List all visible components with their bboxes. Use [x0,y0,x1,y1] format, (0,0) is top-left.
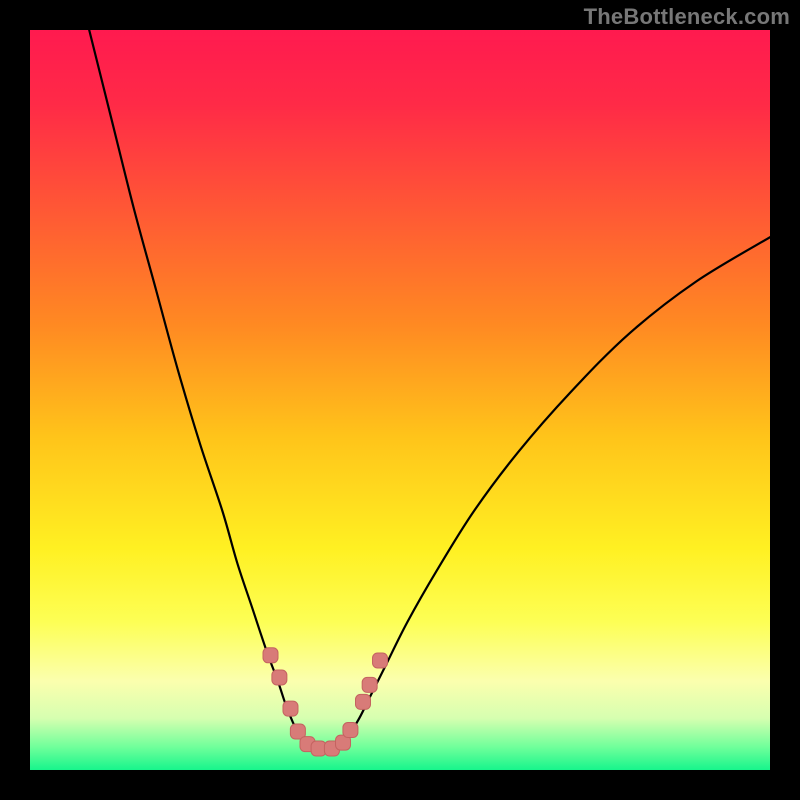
curve-marker [283,701,298,716]
plot-area [30,30,770,770]
chart-frame: TheBottleneck.com [0,0,800,800]
curve-marker [356,694,371,709]
curve-marker [362,677,377,692]
curve-marker [373,653,388,668]
curve-marker [311,741,326,756]
bottleneck-curve [30,30,770,770]
curve-marker [263,648,278,663]
watermark-text: TheBottleneck.com [584,4,790,30]
curve-marker [343,723,358,738]
curve-marker [272,670,287,685]
